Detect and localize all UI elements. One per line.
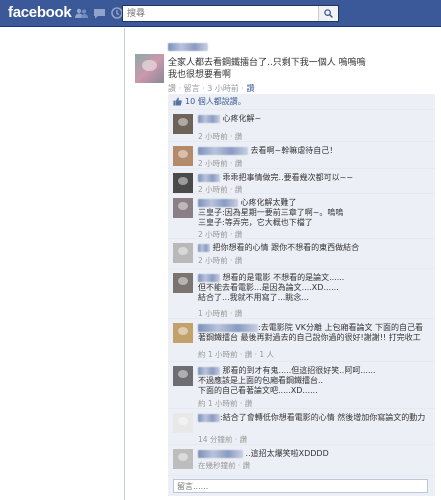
feedback-box: 10 個人都說讚。 心疼化解~ 2 小時前 · 讚 去看啊~幹嘛虐待自己！ 2 … bbox=[168, 94, 435, 496]
comment-body: ..這招太爆笑啦XDDDD bbox=[198, 449, 430, 459]
comment-body: 心疼化解~ bbox=[198, 114, 430, 124]
comment-meta: 約 1 小時前 · 讚 · 1 人 bbox=[198, 350, 274, 359]
comment-text: 心疼化解~ bbox=[222, 114, 262, 123]
comment-body: 把你想看的心情 跟你不想看的東西做結合 bbox=[198, 243, 430, 253]
comment-body: :結合了會轉低你想看電影的心情 然後增加你寫論文的動力 bbox=[198, 413, 430, 423]
comment-item: 想看的是電影 不想看的是論文...... 但不能去看電影...是因為論文....… bbox=[168, 269, 435, 319]
commenter-name[interactable] bbox=[198, 366, 220, 375]
commenter-avatar[interactable] bbox=[173, 243, 193, 263]
comment-meta: 2 小時前 · 讚 bbox=[198, 159, 243, 168]
comment-body: 想看的是電影 不想看的是論文...... 但不能去看電影...是因為論文....… bbox=[198, 273, 430, 303]
comment-meta: 2 小時前 · 讚 bbox=[198, 132, 243, 141]
comment-item: :去電影院 VK分離 上包廂看論文 下面的自己看著鋼鐵擂台 最後再對過去的自己說… bbox=[168, 319, 435, 362]
comment-composer bbox=[168, 476, 435, 496]
commenter-avatar[interactable] bbox=[173, 366, 193, 386]
commenter-avatar[interactable] bbox=[173, 449, 193, 469]
commenter-name[interactable] bbox=[198, 449, 243, 458]
commenter-name[interactable] bbox=[198, 413, 220, 422]
commenter-name[interactable] bbox=[198, 243, 210, 252]
top-bar: facebook bbox=[0, 0, 441, 27]
messages-icon[interactable] bbox=[92, 6, 106, 20]
commenter-avatar[interactable] bbox=[173, 173, 193, 193]
commenter-name[interactable] bbox=[198, 198, 238, 207]
comment-body: 去看啊~幹嘛虐待自己！ bbox=[198, 146, 430, 156]
comment-text: 乖乖把事情做完..要看幾次都可以~~ bbox=[222, 173, 354, 182]
comment-text: 去看啊~幹嘛虐待自己！ bbox=[250, 146, 338, 155]
commenter-avatar[interactable] bbox=[173, 273, 193, 293]
post-meta-text: 讚 · 留言 · 3 小時前 · bbox=[168, 84, 247, 93]
comment-input[interactable] bbox=[173, 479, 428, 493]
facebook-logo[interactable]: facebook bbox=[8, 4, 72, 21]
comment-item: 把你想看的心情 跟你不想看的東西做結合 2 小時前 · 讚 bbox=[168, 239, 435, 269]
comment-item: 乖乖把事情做完..要看幾次都可以~~ 2 小時前 · 讚 bbox=[168, 169, 435, 194]
commenter-avatar[interactable] bbox=[173, 413, 193, 433]
jewel-icons bbox=[74, 6, 124, 20]
comment-meta: 1 小時前 · 讚 bbox=[198, 309, 243, 318]
comment-item: 心疼化解太難了 三皇子:因為星期一要前三章了啊~。嗚嗚 三皇子:等弄完，它大概也… bbox=[168, 194, 435, 239]
comment-body: :去電影院 VK分離 上包廂看論文 下面的自己看著鋼鐵擂台 最後再對過去的自己說… bbox=[198, 323, 430, 343]
post-text: 全家人都去看鋼鐵擂台了..只剩下我一個人 嗚嗚嗚 我也很想要看啊 bbox=[168, 57, 433, 81]
likes-count-link[interactable]: 10 個人都說讚。 bbox=[185, 96, 246, 107]
commenter-name[interactable] bbox=[198, 273, 220, 282]
comment-body: 那看的到才有鬼.....但這招很好笑..阿呵...... 不過應該是上面的包廂看… bbox=[198, 366, 430, 396]
comment-item: 那看的到才有鬼.....但這招很好笑..阿呵...... 不過應該是上面的包廂看… bbox=[168, 362, 435, 409]
likes-bar: 10 個人都說讚。 bbox=[168, 94, 435, 110]
comment-text: 那看的到才有鬼.....但這招很好笑..阿呵...... 不過應該是上面的包廂看… bbox=[198, 366, 376, 395]
author-name[interactable] bbox=[168, 42, 208, 52]
search-icon bbox=[324, 9, 333, 18]
comment-item: ..這招太爆笑啦XDDDD 在幾秒鐘前 · 讚 bbox=[168, 445, 435, 476]
comment-item: 心疼化解~ 2 小時前 · 讚 bbox=[168, 110, 435, 142]
comment-text: ..這招太爆笑啦XDDDD bbox=[245, 449, 329, 458]
comment-body: 乖乖把事情做完..要看幾次都可以~~ bbox=[198, 173, 430, 183]
commenter-avatar[interactable] bbox=[173, 114, 193, 134]
commenter-name[interactable] bbox=[198, 114, 220, 123]
post-text-line1: 全家人都去看鋼鐵擂台了..只剩下我一個人 嗚嗚嗚 bbox=[168, 58, 366, 68]
commenter-name[interactable] bbox=[198, 146, 248, 155]
comment-item: 去看啊~幹嘛虐待自己！ 2 小時前 · 讚 bbox=[168, 142, 435, 169]
comment-body: 心疼化解太難了 三皇子:因為星期一要前三章了啊~。嗚嗚 三皇子:等弄完，它大概也… bbox=[198, 198, 430, 228]
search-input[interactable] bbox=[123, 6, 318, 21]
commenter-name[interactable] bbox=[198, 173, 220, 182]
comment-meta: 約 1 小時前 · 讚 bbox=[198, 399, 253, 408]
commenter-avatar[interactable] bbox=[173, 323, 193, 343]
comment-meta: 2 小時前 · 讚 bbox=[198, 256, 243, 265]
author-avatar[interactable] bbox=[135, 54, 164, 83]
post-like-link[interactable]: 讚 bbox=[247, 84, 255, 93]
comment-meta: 在幾秒鐘前 · 讚 bbox=[198, 461, 251, 470]
search-button[interactable] bbox=[318, 6, 338, 21]
commenter-avatar[interactable] bbox=[173, 146, 193, 166]
friends-icon[interactable] bbox=[74, 6, 88, 20]
post-meta: 讚 · 留言 · 3 小時前 · 讚 bbox=[168, 83, 255, 94]
comment-meta: 14 分鐘前 · 讚 bbox=[198, 435, 248, 444]
search-box bbox=[122, 5, 339, 22]
comment-text: 把你想看的心情 跟你不想看的東西做結合 bbox=[212, 243, 360, 252]
commenter-avatar[interactable] bbox=[173, 198, 193, 218]
commenter-name[interactable] bbox=[198, 323, 258, 332]
comment-text: :結合了會轉低你想看電影的心情 然後增加你寫論文的動力 bbox=[220, 413, 426, 422]
comment-item: :結合了會轉低你想看電影的心情 然後增加你寫論文的動力 14 分鐘前 · 讚 bbox=[168, 409, 435, 445]
post-text-line2: 我也很想要看啊 bbox=[168, 70, 232, 80]
left-column bbox=[0, 28, 124, 500]
thumbs-up-icon bbox=[173, 97, 182, 106]
column-divider bbox=[124, 28, 125, 500]
